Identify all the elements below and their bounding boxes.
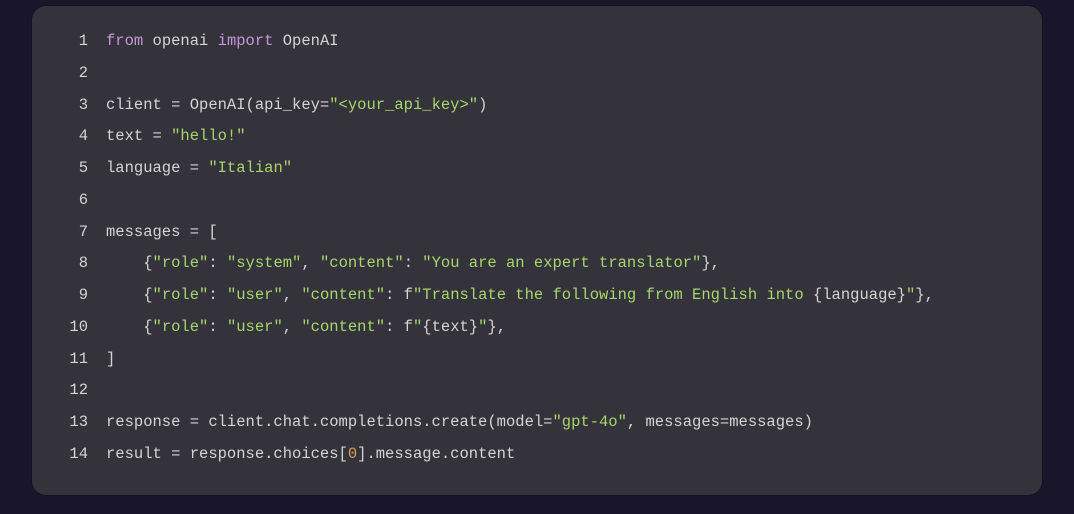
line-number: 14: [54, 439, 88, 471]
code-line: 11]: [54, 344, 1020, 376]
code-line: 5 language = "Italian": [54, 153, 1020, 185]
line-number: 8: [54, 248, 88, 280]
code-content: language = "Italian": [106, 153, 292, 185]
code-line: 10 {"role": "user", "content": f"{text}"…: [54, 312, 1020, 344]
code-content: text = "hello!": [106, 121, 246, 153]
code-content: result = response.choices[0].message.con…: [106, 439, 515, 471]
line-number: 4: [54, 121, 88, 153]
code-line: 1 from openai import OpenAI: [54, 26, 1020, 58]
line-number: 3: [54, 90, 88, 122]
code-content: client = OpenAI(api_key="<your_api_key>"…: [106, 90, 487, 122]
code-content: {"role": "user", "content": f"Translate …: [106, 280, 934, 312]
code-block: 1 from openai import OpenAI 23 client = Ope…: [32, 6, 1042, 495]
code-line: 2: [54, 58, 1020, 90]
code-content: {"role": "user", "content": f"{text}"},: [106, 312, 506, 344]
code-content: response = client.chat.completions.creat…: [106, 407, 813, 439]
code-line: 6: [54, 185, 1020, 217]
code-content: {"role": "system", "content": "You are a…: [106, 248, 720, 280]
code-line: 7 messages = [: [54, 217, 1020, 249]
code-line: 12: [54, 375, 1020, 407]
code-line: 8 {"role": "system", "content": "You are…: [54, 248, 1020, 280]
code-line: 13 response = client.chat.completions.cre…: [54, 407, 1020, 439]
code-line: 9 {"role": "user", "content": f"Translat…: [54, 280, 1020, 312]
code-content: messages = [: [106, 217, 218, 249]
line-number: 7: [54, 217, 88, 249]
code-content: ]: [106, 344, 115, 376]
code-content: from openai import OpenAI: [106, 26, 339, 58]
line-number: 11: [54, 344, 88, 376]
line-number: 5: [54, 153, 88, 185]
line-number: 13: [54, 407, 88, 439]
code-line: 3 client = OpenAI(api_key="<your_api_key>…: [54, 90, 1020, 122]
line-number: 2: [54, 58, 88, 90]
code-line: 4 text = "hello!": [54, 121, 1020, 153]
line-number: 1: [54, 26, 88, 58]
line-number: 6: [54, 185, 88, 217]
code-line: 14 result = response.choices[0].message.c…: [54, 439, 1020, 471]
line-number: 10: [54, 312, 88, 344]
line-number: 12: [54, 375, 88, 407]
line-number: 9: [54, 280, 88, 312]
